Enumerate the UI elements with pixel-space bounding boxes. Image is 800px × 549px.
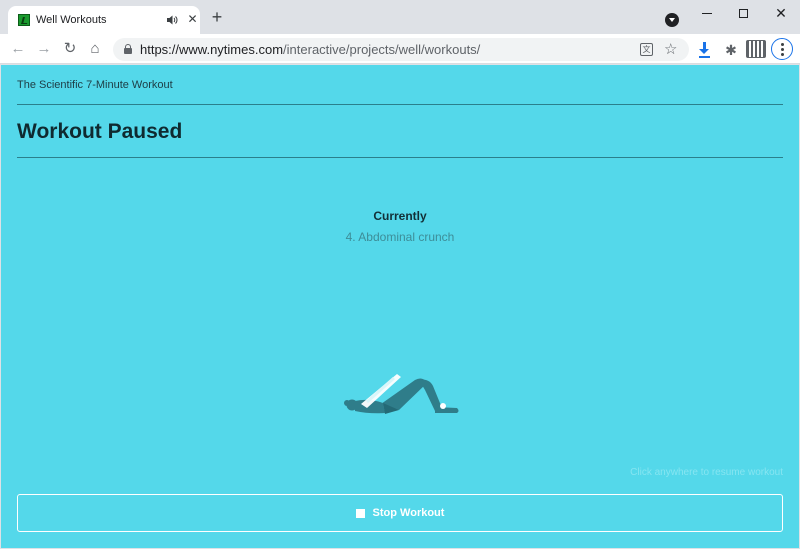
extensions-icon[interactable]: ✱ — [722, 41, 740, 59]
stop-workout-button[interactable]: Stop Workout — [17, 494, 783, 532]
new-tab-icon[interactable]: + — [208, 8, 226, 27]
url-host: https://www.nytimes.com — [140, 42, 284, 57]
url-path: /interactive/projects/well/workouts/ — [283, 42, 481, 57]
translate-icon[interactable]: 文 — [640, 43, 653, 56]
minimize-icon — [702, 12, 712, 14]
speaker-icon[interactable] — [166, 14, 178, 26]
maximize-icon — [738, 8, 748, 18]
lock-icon[interactable] — [124, 44, 132, 54]
address-bar[interactable]: https://www.nytimes.com/interactive/proj… — [113, 38, 689, 61]
tab-title: Well Workouts — [36, 14, 107, 26]
workout-page[interactable]: The Scientific 7-Minute Workout Workout … — [1, 65, 799, 548]
page-title: Workout Paused — [17, 120, 183, 143]
stop-icon — [355, 508, 365, 518]
url-text: https://www.nytimes.com/interactive/proj… — [140, 42, 480, 57]
divider — [17, 157, 783, 158]
resume-hint: Click anywhere to resume workout — [630, 467, 783, 478]
browser-tab[interactable]: Well Workouts ✕ — [8, 6, 200, 34]
bookmark-star-icon[interactable]: ☆ — [664, 40, 677, 58]
stop-workout-label: Stop Workout — [372, 507, 445, 519]
extension-app-icon[interactable] — [746, 40, 766, 58]
breadcrumb[interactable]: The Scientific 7-Minute Workout — [17, 79, 173, 91]
maximize-button[interactable] — [724, 0, 762, 26]
download-icon[interactable] — [696, 41, 714, 59]
favicon-icon — [18, 14, 30, 26]
tab-strip: Well Workouts ✕ + ✕ — [0, 0, 800, 34]
tab-search-icon[interactable] — [665, 13, 679, 27]
tab-close-icon[interactable]: ✕ — [186, 13, 199, 26]
minimize-button[interactable] — [688, 0, 726, 26]
forward-icon[interactable]: → — [35, 40, 53, 58]
home-icon[interactable]: ⌂ — [86, 40, 104, 58]
current-label: Currently — [373, 209, 427, 223]
abdominal-crunch-illustration-icon — [344, 374, 459, 414]
divider — [17, 104, 783, 105]
browser-menu-icon[interactable] — [771, 38, 793, 60]
reload-icon[interactable]: ↻ — [61, 40, 79, 58]
browser-toolbar: ← → ↻ ⌂ https://www.nytimes.com/interact… — [0, 34, 800, 64]
current-exercise: 4. Abdominal crunch — [345, 230, 455, 244]
window-close-button[interactable]: ✕ — [762, 0, 800, 26]
back-icon[interactable]: ← — [9, 40, 27, 58]
